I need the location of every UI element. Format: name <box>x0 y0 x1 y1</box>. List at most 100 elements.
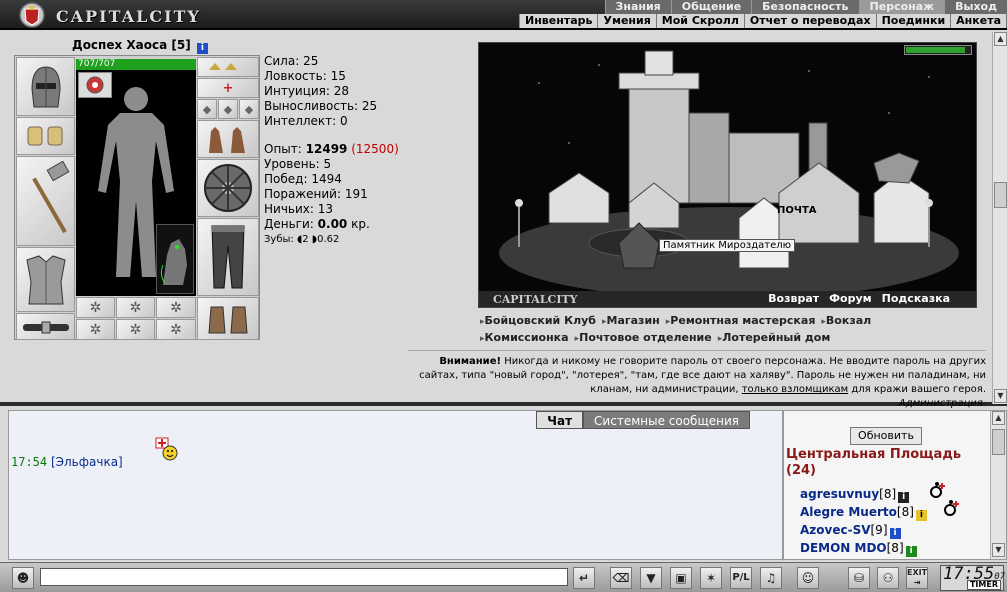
room-title: Центральная Площадь (24) <box>786 447 962 478</box>
sub-menu: Инвентарь Умения Мой Скролл Отчет о перевод… <box>519 14 1007 28</box>
send-arrow-icon[interactable]: ↵ <box>573 567 595 589</box>
group-icon[interactable]: ⚇ <box>877 567 899 589</box>
empty-slot-3[interactable]: ✲ <box>156 297 196 318</box>
belt-slot[interactable] <box>16 313 75 340</box>
scroll-thumb[interactable] <box>992 429 1005 455</box>
chat-tabs: Чат Системные сообщения <box>536 411 750 429</box>
pet-slot[interactable] <box>156 224 194 294</box>
chat-panel: Чат Системные сообщения 17:54 [Эльфачка] <box>8 410 783 560</box>
building-link[interactable]: Лотерейный дом <box>718 330 830 347</box>
pl-button[interactable]: P/L <box>730 567 752 589</box>
building-link[interactable]: Почтовое отделение <box>575 330 712 347</box>
scroll-thumb[interactable] <box>994 182 1007 208</box>
submenu-item[interactable]: Умения <box>598 14 657 28</box>
rune-slot-1[interactable]: ◆ <box>197 99 217 119</box>
boots-icon <box>208 306 248 333</box>
hammer-icon <box>31 161 69 234</box>
player-row[interactable]: DEMON MDO[8] i <box>800 539 927 557</box>
rune-slot-2[interactable]: ◆ <box>218 99 238 119</box>
rune-slot-3[interactable]: ◆ <box>239 99 259 119</box>
player-name[interactable]: DEMON MDO <box>800 541 887 555</box>
speaker-head-icon[interactable]: ☻ <box>12 567 34 589</box>
players-scrollbar[interactable]: ▲ ▼ <box>990 411 1006 559</box>
submenu-item[interactable]: Анкета <box>951 14 1007 28</box>
empty-slot-1[interactable]: ✲ <box>76 297 115 318</box>
scroll-down-arrow-icon[interactable]: ▼ <box>992 543 1005 557</box>
scroll-down-arrow-icon[interactable]: ▼ <box>994 389 1007 403</box>
eraser-icon[interactable]: ⌫ <box>610 567 632 589</box>
helmet-slot[interactable] <box>16 57 75 116</box>
empty-slot-2[interactable]: ✲ <box>116 297 155 318</box>
player-name[interactable]: Alegre Muerto <box>800 505 897 519</box>
warning-title: Внимание! <box>439 356 502 367</box>
stat-value: 0 <box>340 114 348 128</box>
player-info-icon[interactable]: i <box>915 510 927 521</box>
weapon-slot[interactable] <box>16 156 75 246</box>
city-map[interactable]: ПОЧТА Памятник Мироздателю CAPITALCITY В… <box>478 42 977 308</box>
player-row[interactable]: Azovec-SV[9] i <box>800 521 927 539</box>
empty-rune-icon: ✲ <box>89 299 102 316</box>
stat-value: 28 <box>333 84 350 98</box>
map-link[interactable]: Возврат <box>768 292 819 305</box>
leggings-slot[interactable] <box>197 218 259 296</box>
player-name[interactable]: agresuvnuy <box>800 487 879 501</box>
ring-slot[interactable] <box>197 57 259 77</box>
building-link[interactable]: Ремонтная мастерская <box>666 313 815 330</box>
player-row[interactable]: Alegre Muerto[8] i <box>800 503 927 521</box>
submenu-item[interactable]: Инвентарь <box>520 14 599 28</box>
equipment-panel: 707/707 + ◆ ◆ ◆ ✲ ✲ ✲ ✲ ✲ ✲ <box>14 55 260 340</box>
submenu-item[interactable]: Поединки <box>877 14 952 28</box>
info-icon[interactable]: i <box>196 43 208 54</box>
belt-icon <box>22 321 69 333</box>
submenu-item[interactable]: Отчет о переводах <box>745 14 877 28</box>
player-info-icon[interactable]: i <box>889 528 901 539</box>
submenu-item[interactable]: Мой Скролл <box>657 14 745 28</box>
building-link[interactable]: Комиссионка <box>480 330 569 347</box>
gloves-slot[interactable] <box>197 120 259 158</box>
building-link[interactable]: Бойцовский Клуб <box>480 313 596 330</box>
tab-system-messages[interactable]: Системные сообщения <box>583 411 750 429</box>
player-row[interactable]: agresuvnuy[8] i <box>800 485 927 503</box>
menu-item[interactable]: Общение <box>670 0 752 14</box>
fighter-icon[interactable]: ✶ <box>700 567 722 589</box>
player-name[interactable]: Azovec-SV <box>800 523 871 537</box>
armor-slot[interactable] <box>16 247 75 312</box>
player-level: [8] <box>896 505 914 519</box>
scroll-up-arrow-icon[interactable]: ▲ <box>992 411 1005 425</box>
refresh-button[interactable]: Обновить <box>850 427 922 445</box>
player-level: [9] <box>870 523 888 537</box>
menu-item[interactable]: Персонаж <box>858 0 945 14</box>
bag-icon[interactable]: ⛁ <box>848 567 870 589</box>
shield-slot[interactable] <box>197 159 259 217</box>
smiley-icon[interactable]: ☺ <box>797 567 819 589</box>
player-info-icon[interactable]: i <box>905 546 917 557</box>
players-panel: Обновить Центральная Площадь (24) agresuv… <box>783 410 1007 560</box>
medal-slot[interactable]: + <box>197 78 259 98</box>
map-brand: CAPITALCITY <box>493 293 578 306</box>
warning-link[interactable]: только взломщикам <box>742 384 848 395</box>
empty-slot-6[interactable]: ✲ <box>156 319 196 340</box>
menu-item[interactable]: Безопасность <box>751 0 859 14</box>
map-link[interactable]: Подсказка <box>882 292 950 305</box>
message-nick[interactable]: [Эльфачка] <box>51 455 123 469</box>
tab-chat[interactable]: Чат <box>536 411 584 429</box>
building-link[interactable]: Вокзал <box>821 313 871 330</box>
menu-item[interactable]: Выход <box>944 0 1007 14</box>
boots-slot[interactable] <box>197 297 259 340</box>
music-icon[interactable]: ♫ <box>760 567 782 589</box>
filter-icon[interactable]: ▼ <box>640 567 662 589</box>
building-link[interactable]: Магазин <box>602 313 660 330</box>
empty-slot-5[interactable]: ✲ <box>116 319 155 340</box>
bracers-slot[interactable] <box>16 117 75 155</box>
empty-rune-icon: ✲ <box>170 299 182 316</box>
menu-item[interactable]: Знания <box>604 0 671 14</box>
player-info-icon[interactable]: i <box>898 492 910 503</box>
main-scrollbar[interactable]: ▲ ▼ <box>992 32 1007 404</box>
map-link[interactable]: Форум <box>829 292 872 305</box>
character-name[interactable]: Доспех Хаоса <box>72 38 167 52</box>
save-disk-icon[interactable]: ▣ <box>670 567 692 589</box>
chat-input[interactable] <box>40 568 568 586</box>
empty-slot-4[interactable]: ✲ <box>76 319 115 340</box>
scroll-up-arrow-icon[interactable]: ▲ <box>994 32 1007 46</box>
exit-button[interactable]: EXIT ⇥ <box>906 567 928 589</box>
